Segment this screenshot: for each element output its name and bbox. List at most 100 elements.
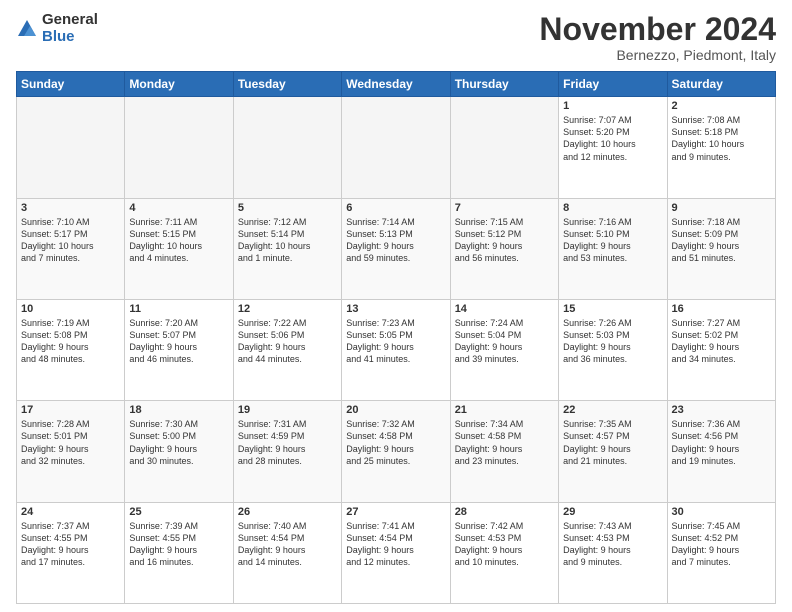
day-number: 29 <box>563 506 662 518</box>
calendar-cell-4-2: 26 Sunrise: 7:40 AM Sunset: 4:54 PM Dayli… <box>233 502 341 603</box>
page: General Blue November 2024 Bernezzo, Pie… <box>0 0 792 612</box>
calendar-cell-0-2 <box>233 97 341 198</box>
calendar-cell-0-5: 1 Sunrise: 7:07 AM Sunset: 5:20 PM Daylig… <box>559 97 667 198</box>
day-info: Sunrise: 7:22 AM Sunset: 5:06 PM Dayligh… <box>238 317 337 366</box>
calendar-cell-4-0: 24 Sunrise: 7:37 AM Sunset: 4:55 PM Dayli… <box>17 502 125 603</box>
calendar-cell-1-4: 7 Sunrise: 7:15 AM Sunset: 5:12 PM Daylig… <box>450 198 558 299</box>
day-number: 8 <box>563 202 662 214</box>
week-row-2: 10 Sunrise: 7:19 AM Sunset: 5:08 PM Dayli… <box>17 299 776 400</box>
calendar-cell-4-5: 29 Sunrise: 7:43 AM Sunset: 4:53 PM Dayli… <box>559 502 667 603</box>
calendar-cell-0-1 <box>125 97 233 198</box>
calendar-cell-3-2: 19 Sunrise: 7:31 AM Sunset: 4:59 PM Dayli… <box>233 401 341 502</box>
day-info: Sunrise: 7:12 AM Sunset: 5:14 PM Dayligh… <box>238 216 337 265</box>
day-number: 6 <box>346 202 445 214</box>
calendar-cell-3-4: 21 Sunrise: 7:34 AM Sunset: 4:58 PM Dayli… <box>450 401 558 502</box>
day-number: 24 <box>21 506 120 518</box>
day-info: Sunrise: 7:35 AM Sunset: 4:57 PM Dayligh… <box>563 418 662 467</box>
day-number: 23 <box>672 404 771 416</box>
day-info: Sunrise: 7:37 AM Sunset: 4:55 PM Dayligh… <box>21 520 120 569</box>
calendar-title: November 2024 <box>539 12 776 47</box>
day-info: Sunrise: 7:45 AM Sunset: 4:52 PM Dayligh… <box>672 520 771 569</box>
logo: General Blue <box>16 12 98 45</box>
calendar-cell-1-6: 9Sunrise: 7:18 AM Sunset: 5:09 PM Daylig… <box>667 198 775 299</box>
day-number: 7 <box>455 202 554 214</box>
day-info: Sunrise: 7:14 AM Sunset: 5:13 PM Dayligh… <box>346 216 445 265</box>
calendar-cell-0-6: 2Sunrise: 7:08 AM Sunset: 5:18 PM Daylig… <box>667 97 775 198</box>
calendar-cell-0-3 <box>342 97 450 198</box>
day-info: Sunrise: 7:26 AM Sunset: 5:03 PM Dayligh… <box>563 317 662 366</box>
week-row-0: 1 Sunrise: 7:07 AM Sunset: 5:20 PM Daylig… <box>17 97 776 198</box>
week-row-3: 17 Sunrise: 7:28 AM Sunset: 5:01 PM Dayli… <box>17 401 776 502</box>
day-number: 19 <box>238 404 337 416</box>
calendar-cell-0-0 <box>17 97 125 198</box>
day-number: 12 <box>238 303 337 315</box>
calendar-cell-3-1: 18 Sunrise: 7:30 AM Sunset: 5:00 PM Dayli… <box>125 401 233 502</box>
calendar-cell-2-0: 10 Sunrise: 7:19 AM Sunset: 5:08 PM Dayli… <box>17 299 125 400</box>
calendar-cell-0-4 <box>450 97 558 198</box>
day-number: 30 <box>672 506 771 518</box>
day-number: 15 <box>563 303 662 315</box>
day-number: 27 <box>346 506 445 518</box>
header-sunday: Sunday <box>17 72 125 97</box>
calendar-cell-1-2: 5 Sunrise: 7:12 AM Sunset: 5:14 PM Daylig… <box>233 198 341 299</box>
day-info: Sunrise: 7:15 AM Sunset: 5:12 PM Dayligh… <box>455 216 554 265</box>
day-info: Sunrise: 7:24 AM Sunset: 5:04 PM Dayligh… <box>455 317 554 366</box>
day-info: Sunrise: 7:30 AM Sunset: 5:00 PM Dayligh… <box>129 418 228 467</box>
day-info: Sunrise: 7:07 AM Sunset: 5:20 PM Dayligh… <box>563 114 662 163</box>
day-number: 10 <box>21 303 120 315</box>
day-info: Sunrise: 7:31 AM Sunset: 4:59 PM Dayligh… <box>238 418 337 467</box>
day-number: 9 <box>672 202 771 214</box>
header-friday: Friday <box>559 72 667 97</box>
calendar-cell-2-3: 13Sunrise: 7:23 AM Sunset: 5:05 PM Dayli… <box>342 299 450 400</box>
day-info: Sunrise: 7:16 AM Sunset: 5:10 PM Dayligh… <box>563 216 662 265</box>
day-info: Sunrise: 7:28 AM Sunset: 5:01 PM Dayligh… <box>21 418 120 467</box>
calendar-cell-2-4: 14 Sunrise: 7:24 AM Sunset: 5:04 PM Dayli… <box>450 299 558 400</box>
day-number: 26 <box>238 506 337 518</box>
day-info: Sunrise: 7:42 AM Sunset: 4:53 PM Dayligh… <box>455 520 554 569</box>
day-info: Sunrise: 7:39 AM Sunset: 4:55 PM Dayligh… <box>129 520 228 569</box>
day-number: 25 <box>129 506 228 518</box>
day-info: Sunrise: 7:23 AM Sunset: 5:05 PM Dayligh… <box>346 317 445 366</box>
day-number: 21 <box>455 404 554 416</box>
calendar-cell-1-5: 8 Sunrise: 7:16 AM Sunset: 5:10 PM Daylig… <box>559 198 667 299</box>
day-number: 5 <box>238 202 337 214</box>
week-row-4: 24 Sunrise: 7:37 AM Sunset: 4:55 PM Dayli… <box>17 502 776 603</box>
calendar-cell-4-6: 30 Sunrise: 7:45 AM Sunset: 4:52 PM Dayli… <box>667 502 775 603</box>
day-info: Sunrise: 7:20 AM Sunset: 5:07 PM Dayligh… <box>129 317 228 366</box>
day-info: Sunrise: 7:10 AM Sunset: 5:17 PM Dayligh… <box>21 216 120 265</box>
calendar-cell-3-5: 22Sunrise: 7:35 AM Sunset: 4:57 PM Dayli… <box>559 401 667 502</box>
day-info: Sunrise: 7:19 AM Sunset: 5:08 PM Dayligh… <box>21 317 120 366</box>
calendar-location: Bernezzo, Piedmont, Italy <box>539 47 776 63</box>
day-number: 3 <box>21 202 120 214</box>
calendar-cell-2-6: 16 Sunrise: 7:27 AM Sunset: 5:02 PM Dayli… <box>667 299 775 400</box>
calendar-cell-1-1: 4Sunrise: 7:11 AM Sunset: 5:15 PM Daylig… <box>125 198 233 299</box>
logo-icon <box>16 18 38 40</box>
calendar-cell-1-3: 6 Sunrise: 7:14 AM Sunset: 5:13 PM Daylig… <box>342 198 450 299</box>
calendar-body: 1 Sunrise: 7:07 AM Sunset: 5:20 PM Daylig… <box>17 97 776 604</box>
day-number: 18 <box>129 404 228 416</box>
day-info: Sunrise: 7:32 AM Sunset: 4:58 PM Dayligh… <box>346 418 445 467</box>
calendar-cell-4-3: 27 Sunrise: 7:41 AM Sunset: 4:54 PM Dayli… <box>342 502 450 603</box>
calendar-cell-2-2: 12 Sunrise: 7:22 AM Sunset: 5:06 PM Dayli… <box>233 299 341 400</box>
day-number: 16 <box>672 303 771 315</box>
day-info: Sunrise: 7:41 AM Sunset: 4:54 PM Dayligh… <box>346 520 445 569</box>
logo-general: General <box>42 12 98 29</box>
day-number: 20 <box>346 404 445 416</box>
day-info: Sunrise: 7:40 AM Sunset: 4:54 PM Dayligh… <box>238 520 337 569</box>
day-number: 2 <box>672 100 771 112</box>
day-info: Sunrise: 7:27 AM Sunset: 5:02 PM Dayligh… <box>672 317 771 366</box>
logo-text: General Blue <box>42 12 98 45</box>
calendar-cell-2-1: 11 Sunrise: 7:20 AM Sunset: 5:07 PM Dayli… <box>125 299 233 400</box>
day-info: Sunrise: 7:11 AM Sunset: 5:15 PM Dayligh… <box>129 216 228 265</box>
day-info: Sunrise: 7:43 AM Sunset: 4:53 PM Dayligh… <box>563 520 662 569</box>
day-info: Sunrise: 7:34 AM Sunset: 4:58 PM Dayligh… <box>455 418 554 467</box>
calendar-cell-3-0: 17 Sunrise: 7:28 AM Sunset: 5:01 PM Dayli… <box>17 401 125 502</box>
calendar-cell-4-1: 25 Sunrise: 7:39 AM Sunset: 4:55 PM Dayli… <box>125 502 233 603</box>
calendar-cell-2-5: 15 Sunrise: 7:26 AM Sunset: 5:03 PM Dayli… <box>559 299 667 400</box>
calendar-cell-3-6: 23Sunrise: 7:36 AM Sunset: 4:56 PM Dayli… <box>667 401 775 502</box>
day-number: 17 <box>21 404 120 416</box>
day-number: 11 <box>129 303 228 315</box>
day-number: 1 <box>563 100 662 112</box>
day-number: 14 <box>455 303 554 315</box>
weekday-header-row: Sunday Monday Tuesday Wednesday Thursday… <box>17 72 776 97</box>
